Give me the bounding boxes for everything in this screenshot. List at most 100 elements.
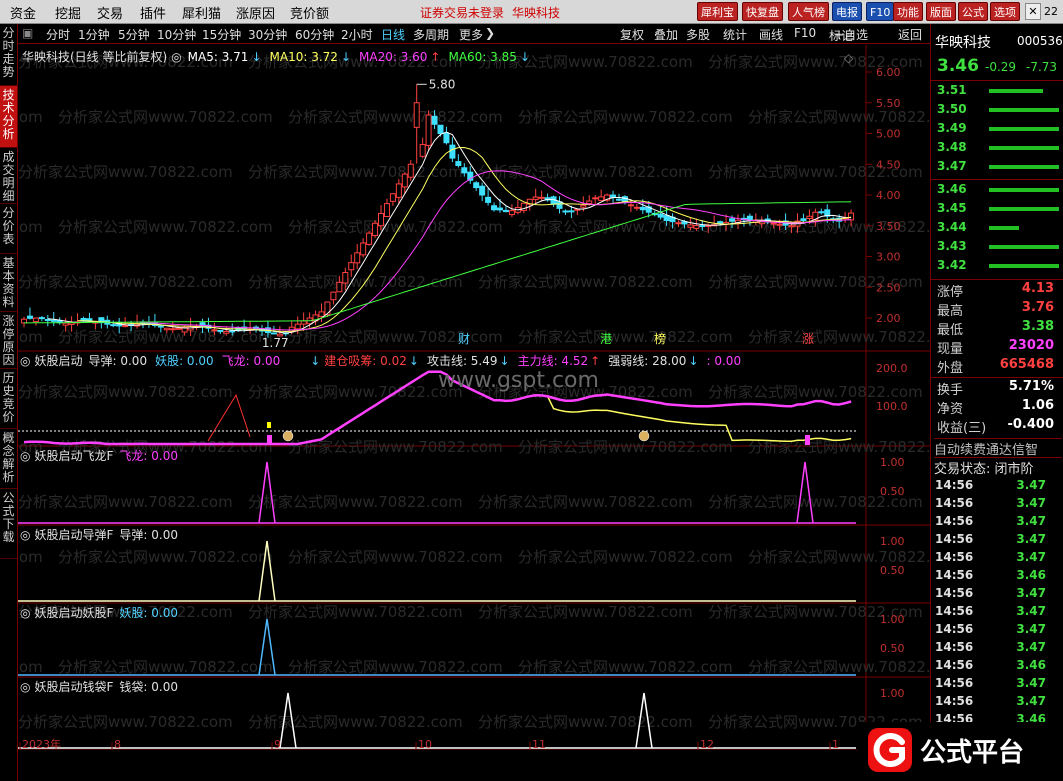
top-button-7[interactable]: 公式 [958, 2, 988, 21]
period-0[interactable]: 分时 [46, 26, 70, 43]
ask-row[interactable]: 3.48 [935, 139, 1060, 157]
left-tab-7[interactable]: 概念解析 [0, 429, 17, 489]
top-button-3[interactable]: 电报 [832, 2, 862, 21]
top-button-0[interactable]: 犀利宝 [697, 2, 738, 21]
ask-row[interactable]: 3.50 [935, 101, 1060, 119]
chart-tool-5[interactable]: F10 [794, 26, 816, 40]
candle-body [598, 196, 605, 201]
p1-toggle-icon[interactable]: ◎ [20, 354, 30, 368]
p5-value: 钱袋: 0.00 [119, 680, 178, 694]
left-tab-5[interactable]: 涨停原因 [0, 312, 17, 369]
event-marker-2[interactable]: 榜 [654, 331, 666, 346]
period-6[interactable]: 60分钟 [295, 26, 334, 43]
left-tab-2[interactable]: 成交明细 [0, 148, 17, 204]
y-axis-label: 6.00 [876, 66, 901, 79]
stat-label: 外盘 [937, 361, 964, 376]
orderbook-divider [931, 179, 1063, 180]
period-prev-icon[interactable]: ▣ [22, 26, 33, 40]
watermark: 分析家公式网www.70822.com [518, 548, 733, 566]
p4-toggle-icon[interactable]: ◎ [20, 606, 30, 620]
candle-body [699, 225, 706, 228]
menu-item-5[interactable]: 涨原因 [236, 3, 275, 22]
period-3[interactable]: 10分钟 [157, 26, 196, 43]
top-button-5[interactable]: 功能 [893, 2, 923, 21]
event-marker-0[interactable]: 财 [458, 332, 470, 346]
watermark: 分析家公式网www.70822.com [288, 328, 503, 346]
top-button-1[interactable]: 快复盘 [742, 2, 783, 21]
left-tab-4[interactable]: 基本资料 [0, 254, 17, 312]
chart-tool-2[interactable]: 多股 [686, 26, 710, 43]
stat-row: 最低 3.38 [935, 319, 1060, 338]
period-1[interactable]: 1分钟 [78, 26, 110, 43]
period-7[interactable]: 2小时 [341, 26, 373, 43]
period-2[interactable]: 5分钟 [118, 26, 150, 43]
chart-tool-1[interactable]: 叠加 [654, 26, 678, 43]
top-button-2[interactable]: 人气榜 [788, 2, 829, 21]
candle-body [508, 210, 515, 216]
chart-tool-7[interactable]: 返回 [898, 26, 922, 43]
p3-toggle-icon[interactable]: ◎ [20, 528, 30, 542]
p3-y-label: 1.00 [880, 535, 905, 548]
chart-tool-4[interactable]: 画线 [759, 26, 783, 43]
left-tab-8[interactable]: 公式下载 [0, 489, 17, 559]
p1-item-2: 飞龙: 0.00 [221, 354, 281, 368]
menu-item-4[interactable]: 犀利猫 [182, 3, 221, 22]
event-marker-1[interactable]: 港 [600, 332, 612, 346]
ma-toggle-icon[interactable]: ◎ [171, 50, 181, 64]
chart-tool-3[interactable]: 统计 [723, 26, 747, 43]
menu-item-2[interactable]: 交易 [97, 3, 123, 22]
bid-row[interactable]: 3.43 [935, 238, 1060, 256]
candle-body [502, 209, 509, 213]
tick-time: 14:56 [935, 694, 974, 708]
auto-renew-text[interactable]: 自动续费通达信智 [934, 438, 1062, 458]
ask-price: 3.49 [937, 121, 967, 135]
bid-row[interactable]: 3.42 [935, 257, 1060, 275]
candle-body [556, 201, 563, 209]
main-panel-title-row: 华映科技(日线 等比前复权) ◎ MA5: 3.71 ↓ MA10: 3.72 ↓ MA20… [22, 48, 538, 65]
period-4[interactable]: 15分钟 [202, 26, 241, 43]
left-tab-3[interactable]: 分价表 [0, 204, 17, 254]
top-button-8[interactable]: 选项 [990, 2, 1020, 21]
candle-body [383, 203, 390, 218]
watermark: 分析家公式网www.70822.com [18, 218, 43, 236]
period-10[interactable]: 更多 [459, 26, 483, 43]
chart-tool-0[interactable]: 复权 [620, 26, 644, 43]
chart-svg[interactable]: 分析家公式网www.70822.com 分析家公式网www.70822.com 分析… [18, 45, 930, 750]
left-tab-6[interactable]: 历史竞价 [0, 369, 17, 429]
p5-toggle-icon[interactable]: ◎ [20, 680, 30, 694]
tick-time: 14:56 [935, 676, 974, 690]
tick-price: 3.46 [1016, 568, 1046, 582]
ask-row[interactable]: 3.47 [935, 158, 1060, 176]
top-button-4[interactable]: F10 [866, 2, 895, 21]
period-9[interactable]: 多周期 [413, 26, 449, 43]
top-button-6[interactable]: 版面 [926, 2, 956, 21]
bid-row[interactable]: 3.45 [935, 200, 1060, 218]
menu-item-0[interactable]: 资金 [10, 3, 36, 22]
mark-tool[interactable]: 标记 [829, 27, 853, 44]
period-5[interactable]: 30分钟 [248, 26, 287, 43]
ask-row[interactable]: 3.49 [935, 120, 1060, 138]
period-8[interactable]: 日线 [381, 26, 405, 43]
menu-item-6[interactable]: 竞价额 [290, 3, 329, 22]
bid-row[interactable]: 3.44 [935, 219, 1060, 237]
bid-volume-bar [989, 226, 1019, 230]
p2-value: 飞龙: 0.00 [119, 449, 178, 463]
tick-row: 14:56 3.47 [935, 532, 1060, 550]
watermark: 分析家公式网www.70822.com [248, 163, 463, 181]
p2-toggle-icon[interactable]: ◎ [20, 449, 30, 463]
menu-item-1[interactable]: 挖掘 [55, 3, 81, 22]
left-tab-0[interactable]: 分时走势 [0, 24, 17, 86]
collapse-icon[interactable]: ◇ [844, 51, 853, 65]
left-tab-1[interactable]: 技术分析 [0, 86, 17, 148]
menu-item-3[interactable]: 插件 [140, 3, 166, 22]
bid-row[interactable]: 3.46 [935, 181, 1060, 199]
watermark: 分析家公式网www.70822.com [748, 328, 930, 346]
chart-area[interactable]: 分析家公式网www.70822.com 分析家公式网www.70822.com 分析… [18, 29, 930, 750]
candle-body [491, 205, 498, 211]
ma-arrow-icon: ↓ [251, 50, 262, 64]
event-marker-3[interactable]: 涨 [802, 331, 814, 346]
more-chevron-icon[interactable]: ❯ [485, 26, 495, 40]
ask-row[interactable]: 3.51 [935, 82, 1060, 100]
window-close-button[interactable]: ✕ [1025, 3, 1041, 20]
tick-row: 14:56 3.47 [935, 640, 1060, 658]
